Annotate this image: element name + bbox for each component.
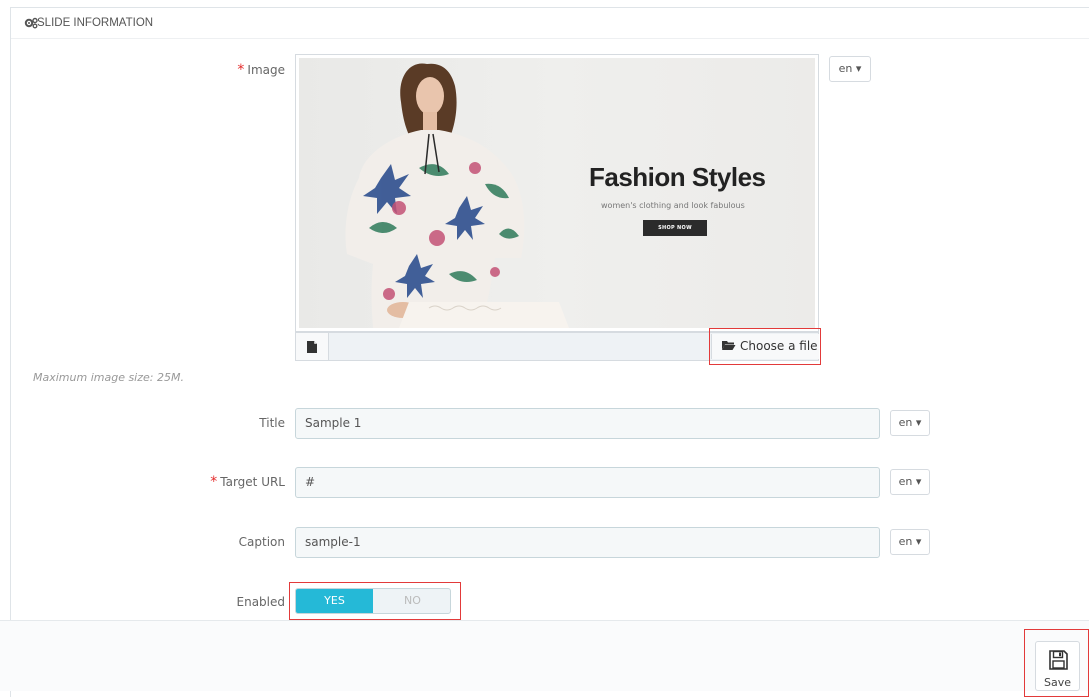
caret-down-icon: ▾ [915,416,922,429]
promo-title: Fashion Styles [589,162,766,192]
target-url-language-label: en [898,475,913,488]
choose-file-button[interactable]: Choose a file [711,334,819,359]
promo-subtitle: women's clothing and look fabulous [601,201,745,210]
image-label: Image [247,63,285,77]
title-language-dropdown[interactable]: en ▾ [890,410,930,436]
save-button[interactable]: Save [1035,641,1080,691]
caption-input[interactable]: sample-1 [295,527,880,558]
title-input[interactable]: Sample 1 [295,408,880,439]
save-icon [1048,649,1069,674]
file-icon-cell [296,333,329,360]
file-upload-bar: Choose a file [295,332,819,361]
file-icon [307,341,317,353]
required-mark: * [210,474,218,490]
enabled-label: Enabled [236,595,286,609]
panel-heading: SLIDE INFORMATION [11,8,1089,39]
image-language-dropdown[interactable]: en ▾ [829,56,871,82]
caret-down-icon: ▾ [855,62,862,75]
folder-open-icon [722,334,736,359]
image-label-row: * Image [85,62,285,78]
image-language-label: en [838,62,853,75]
panel-title: SLIDE INFORMATION [37,17,154,29]
target-url-input[interactable]: # [295,467,880,498]
model-illustration [345,63,569,328]
save-label: Save [1043,676,1071,689]
choose-file-label: Choose a file [740,339,818,353]
slide-image: Fashion Styles women's clothing and look… [299,58,815,328]
title-label: Title [259,416,285,430]
caret-down-icon: ▾ [915,475,922,488]
target-url-label-row: * Target URL [85,474,285,490]
panel-footer [0,620,1089,691]
max-image-size-hint: Maximum image size: 25M. [33,371,184,384]
caret-down-icon: ▾ [915,535,922,548]
enabled-yes-option[interactable]: YES [296,589,373,613]
enabled-no-option[interactable]: NO [374,589,450,613]
caption-label: Caption [238,535,285,549]
caption-language-dropdown[interactable]: en ▾ [890,529,930,555]
image-preview: Fashion Styles women's clothing and look… [295,54,819,332]
title-language-label: en [898,416,913,429]
enabled-toggle[interactable]: YES NO [295,588,451,614]
target-url-language-dropdown[interactable]: en ▾ [890,469,930,495]
required-mark: * [237,62,245,78]
promo-shop-now-button: SHOP NOW [643,220,707,236]
caption-language-label: en [898,535,913,548]
cogs-icon [24,17,38,29]
target-url-label: Target URL [220,475,285,489]
